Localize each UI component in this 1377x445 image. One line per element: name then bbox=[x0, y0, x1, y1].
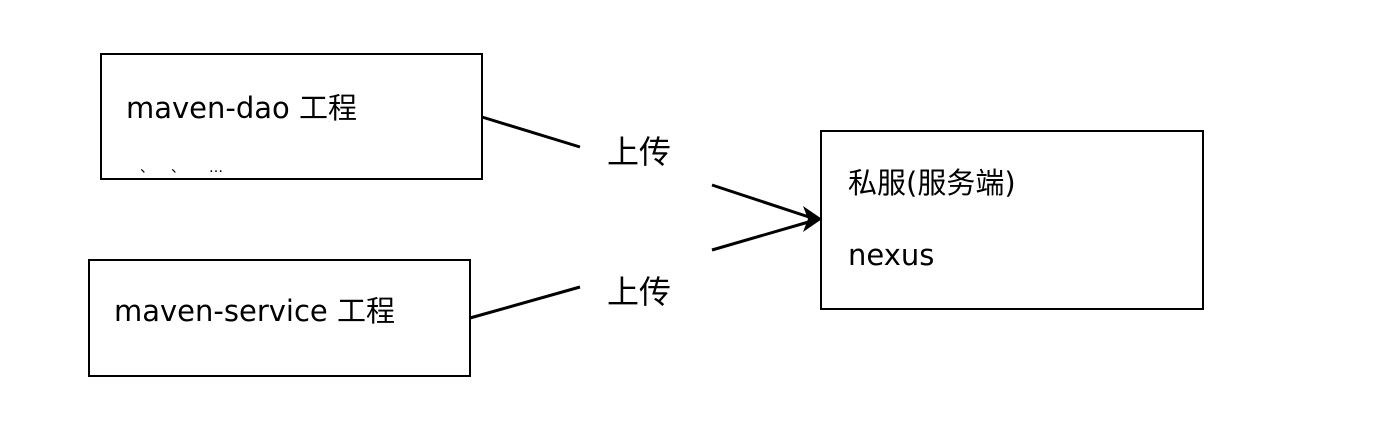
server-subtitle: nexus bbox=[848, 238, 935, 272]
upload-label-bottom: 上传 bbox=[607, 273, 672, 311]
label-to-server-line-bottom bbox=[711, 219, 813, 252]
server-title: 私服(服务端) bbox=[848, 166, 1016, 200]
maven-service-label: maven-service 工程 bbox=[114, 294, 395, 328]
maven-dao-box: maven-dao 工程 、、… bbox=[100, 53, 483, 180]
maven-dao-label: maven-dao 工程 bbox=[126, 91, 358, 125]
maven-service-box: maven-service 工程 bbox=[88, 259, 471, 377]
nexus-server-box: 私服(服务端) nexus bbox=[820, 130, 1204, 310]
service-to-label-line bbox=[469, 285, 581, 320]
label-to-server-line-top bbox=[711, 183, 813, 220]
upload-label-top: 上传 bbox=[607, 133, 672, 171]
dao-to-label-line bbox=[481, 115, 581, 149]
clipped-text-fragment: 、、… bbox=[140, 160, 247, 176]
